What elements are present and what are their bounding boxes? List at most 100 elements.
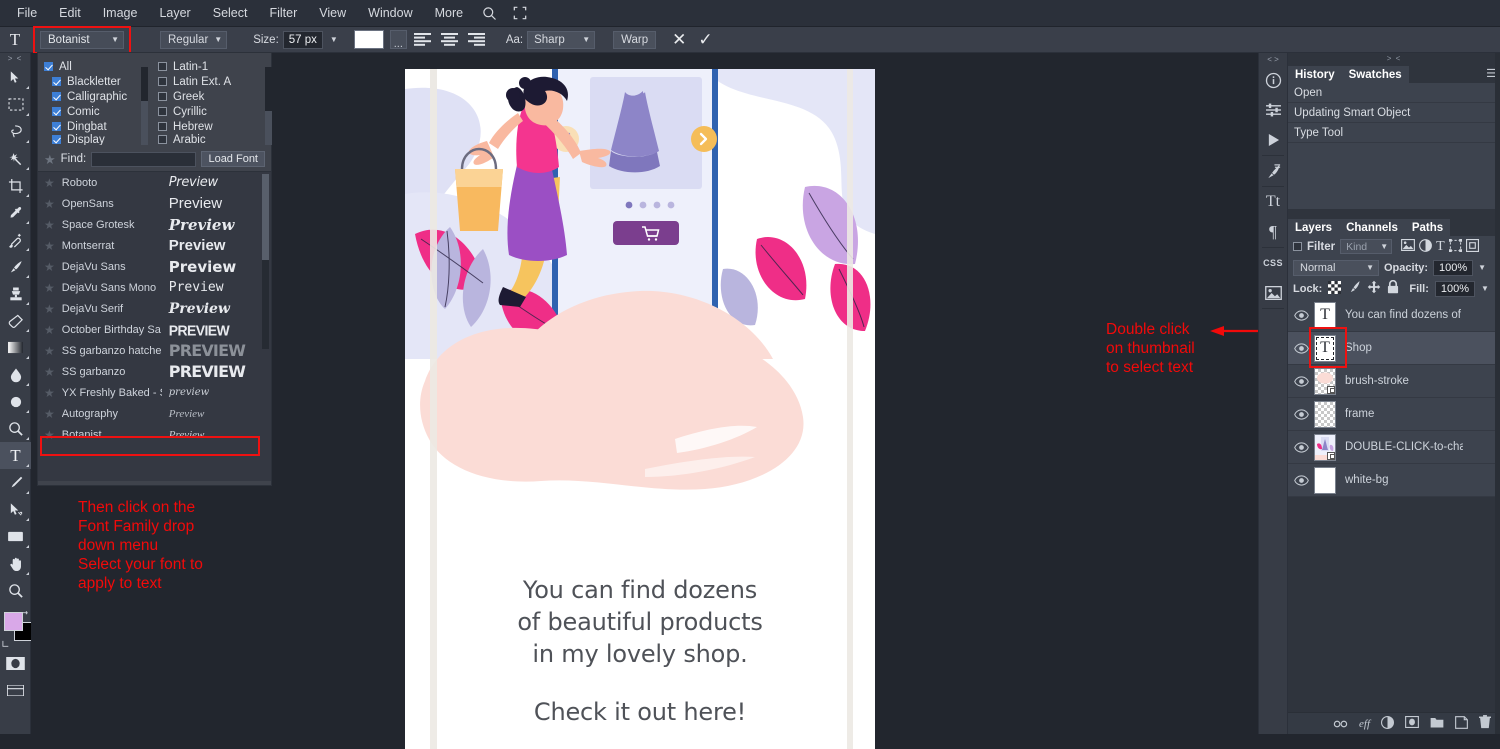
foreground-color-chip[interactable]	[4, 612, 23, 631]
favorite-star-icon[interactable]: ★	[44, 303, 55, 315]
tool-eraser[interactable]	[0, 307, 31, 334]
layer-thumbnail[interactable]	[1314, 401, 1336, 428]
table-row[interactable]: DOUBLE-CLICK-to-change	[1288, 431, 1500, 464]
tool-hand[interactable]	[0, 550, 31, 577]
favorite-star-icon[interactable]: ★	[44, 408, 55, 420]
layer-name[interactable]: brush-stroke	[1345, 375, 1463, 387]
tab-layers[interactable]: Layers	[1288, 219, 1339, 236]
checkbox-latin-ext-a[interactable]	[158, 77, 167, 86]
tool-rectangle[interactable]	[0, 523, 31, 550]
chevron-down-icon[interactable]: ▼	[1478, 263, 1486, 272]
table-row[interactable]: frame	[1288, 398, 1500, 431]
tool-dodge[interactable]	[0, 388, 31, 415]
font-list-item[interactable]: ★ October Birthday Sa PREVIEW	[38, 319, 271, 340]
favorite-star-icon[interactable]: ★	[44, 261, 55, 273]
font-list-item[interactable]: ★ Roboto Preview	[38, 172, 271, 193]
tool-pen[interactable]	[0, 469, 31, 496]
layer-thumbnail-shop[interactable]: T	[1314, 335, 1336, 362]
checkbox-comic[interactable]	[52, 107, 61, 116]
align-left-button[interactable]	[412, 30, 434, 49]
menu-more[interactable]: More	[424, 2, 474, 24]
font-category-display[interactable]: Display	[44, 134, 148, 145]
eye-icon[interactable]	[1288, 475, 1314, 486]
document-canvas[interactable]: Shop You can find dozens of beautiful pr…	[405, 69, 875, 749]
eye-icon[interactable]	[1288, 310, 1314, 321]
checkbox-calligraphic[interactable]	[52, 92, 61, 101]
align-right-button[interactable]	[466, 30, 488, 49]
layer-name[interactable]: white-bg	[1345, 474, 1463, 486]
font-category-comic[interactable]: Comic	[44, 104, 148, 119]
chevron-down-icon[interactable]: ▼	[330, 35, 338, 44]
font-size-input[interactable]: 57 px	[283, 31, 323, 49]
font-script-latin-ext-a[interactable]: Latin Ext. A	[158, 74, 262, 89]
checkbox-hebrew[interactable]	[158, 122, 167, 131]
swap-colors-icon[interactable]	[22, 608, 31, 617]
tab-paths[interactable]: Paths	[1405, 219, 1450, 236]
tools-panel-grip[interactable]: > <	[0, 53, 30, 64]
type-filter-icon[interactable]: T	[1436, 241, 1445, 253]
canvas-body-text[interactable]: You can find dozens of beautiful product…	[405, 574, 875, 728]
font-list-item[interactable]: ★ DejaVu Sans Preview	[38, 256, 271, 277]
new-group-icon[interactable]	[1430, 716, 1444, 731]
smartobject-filter-icon[interactable]	[1466, 239, 1479, 255]
delete-layer-icon[interactable]	[1479, 715, 1491, 732]
favorite-star-icon[interactable]: ★	[44, 345, 55, 357]
antialias-dropdown[interactable]: Sharp ▼	[527, 31, 595, 49]
layer-name[interactable]: DOUBLE-CLICK-to-change	[1345, 441, 1463, 453]
warp-text-button[interactable]: Warp	[613, 31, 656, 49]
font-list-item[interactable]: ★ DejaVu Serif Preview	[38, 298, 271, 319]
favorite-star-icon[interactable]: ★	[44, 387, 55, 399]
adjustments-icon[interactable]	[1259, 95, 1287, 125]
chevron-down-icon[interactable]: ▼	[1481, 284, 1489, 293]
eye-icon[interactable]	[1288, 442, 1314, 453]
checkbox-greek[interactable]	[158, 92, 167, 101]
favorite-star-icon[interactable]: ★	[44, 219, 55, 231]
favorite-star-icon[interactable]: ★	[44, 177, 55, 189]
favorite-star-icon[interactable]: ★	[44, 153, 56, 166]
tab-history[interactable]: History	[1288, 66, 1342, 83]
menu-view[interactable]: View	[308, 2, 357, 24]
table-row[interactable]: brush-stroke	[1288, 365, 1500, 398]
history-item[interactable]: Open	[1288, 83, 1500, 103]
link-layers-icon[interactable]	[1333, 717, 1348, 731]
tool-move[interactable]	[0, 64, 31, 91]
eye-icon[interactable]	[1288, 376, 1314, 387]
font-family-dropdown[interactable]: Botanist ▼	[40, 31, 124, 49]
image-icon[interactable]	[1259, 278, 1287, 308]
lock-transparency-icon[interactable]	[1328, 281, 1341, 297]
font-style-dropdown[interactable]: Regular ▼	[160, 31, 227, 49]
layer-mask-icon[interactable]	[1381, 716, 1394, 732]
tool-path-selection[interactable]	[0, 496, 31, 523]
favorite-star-icon[interactable]: ★	[44, 324, 55, 336]
history-item[interactable]: Updating Smart Object	[1288, 103, 1500, 123]
tool-gradient[interactable]	[0, 334, 31, 361]
tool-brush[interactable]	[0, 253, 31, 280]
font-list-item[interactable]: ★ OpenSans Preview	[38, 193, 271, 214]
layers-scrollbar[interactable]	[1495, 53, 1500, 734]
font-list-item[interactable]: ★ SS garbanzo PREVIEW	[38, 361, 271, 382]
favorite-star-icon[interactable]: ★	[44, 282, 55, 294]
menu-layer[interactable]: Layer	[148, 2, 201, 24]
tool-lasso[interactable]	[0, 118, 31, 145]
adjustment-filter-icon[interactable]	[1419, 239, 1432, 255]
tool-eyedropper[interactable]	[0, 199, 31, 226]
font-list-item[interactable]: ★ YX Freshly Baked - S preview	[38, 382, 271, 403]
eye-icon[interactable]	[1288, 409, 1314, 420]
lock-image-icon[interactable]	[1347, 280, 1361, 297]
layer-style-icon[interactable]: eff	[1359, 718, 1370, 730]
font-list[interactable]: ★ Roboto Preview ★ OpenSans Preview ★ Sp…	[38, 171, 271, 481]
tab-channels[interactable]: Channels	[1339, 219, 1405, 236]
new-layer-icon[interactable]	[1455, 716, 1468, 732]
paragraph-icon[interactable]: ¶	[1259, 217, 1287, 247]
menu-filter[interactable]: Filter	[258, 2, 308, 24]
history-item[interactable]: Type Tool	[1288, 123, 1500, 143]
checkbox-dingbat[interactable]	[52, 122, 61, 131]
tool-zoom[interactable]	[0, 577, 31, 604]
align-center-button[interactable]	[439, 30, 461, 49]
cancel-edit-icon[interactable]: ✕	[672, 31, 686, 48]
font-script-latin1[interactable]: Latin-1	[158, 59, 262, 74]
tab-swatches[interactable]: Swatches	[1342, 66, 1409, 83]
character-icon[interactable]: Tt	[1259, 187, 1287, 217]
checkbox-arabic[interactable]	[158, 135, 167, 144]
more-options-button[interactable]: ...	[390, 30, 407, 49]
